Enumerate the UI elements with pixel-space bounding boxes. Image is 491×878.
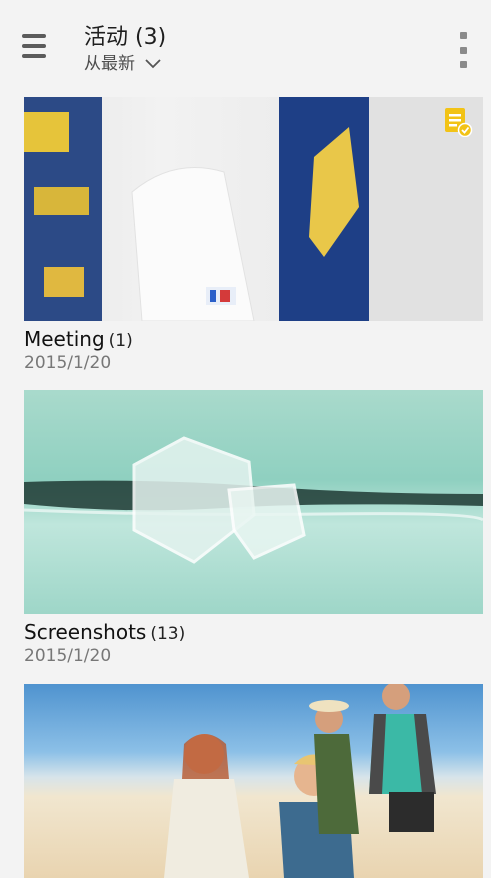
album-card-screenshots[interactable]: Screenshots (13) 2015/1/20 <box>24 390 483 666</box>
page-title: 活动 (3) <box>84 25 167 50</box>
sort-dropdown[interactable]: 从最新 <box>84 54 166 74</box>
hamburger-line <box>22 54 46 58</box>
beach-family-photo <box>164 684 436 878</box>
chevron-down-icon <box>145 59 161 69</box>
hamburger-line <box>22 44 46 48</box>
menu-button[interactable] <box>22 26 62 66</box>
app-bar: 活动 (3) 从最新 <box>0 0 491 90</box>
album-count: (13) <box>150 624 186 644</box>
album-thumbnail[interactable] <box>24 684 483 878</box>
sort-label: 从最新 <box>84 54 135 74</box>
album-caption: Screenshots (13) 2015/1/20 <box>24 620 483 666</box>
hamburger-line <box>22 34 46 38</box>
dot <box>459 46 467 54</box>
album-card-beach[interactable] <box>24 684 483 878</box>
album-name: Screenshots <box>24 620 147 644</box>
album-caption: Meeting (1) 2015/1/20 <box>24 327 483 373</box>
more-options-button[interactable] <box>455 32 471 68</box>
album-thumbnail[interactable] <box>24 97 483 321</box>
ice-cubes-photo <box>24 436 483 564</box>
album-card-meeting[interactable]: Meeting (1) 2015/1/20 <box>24 97 483 373</box>
note-check-icon <box>445 108 473 137</box>
dot <box>459 61 467 68</box>
dot <box>459 32 467 39</box>
album-name: Meeting <box>24 327 105 351</box>
title-block: 活动 (3) 从最新 <box>84 24 166 74</box>
album-count: (1) <box>108 331 133 351</box>
album-date: 2015/1/20 <box>24 646 112 666</box>
meeting-photo <box>24 97 483 321</box>
album-thumbnail[interactable] <box>24 390 483 614</box>
album-date: 2015/1/20 <box>24 353 112 373</box>
